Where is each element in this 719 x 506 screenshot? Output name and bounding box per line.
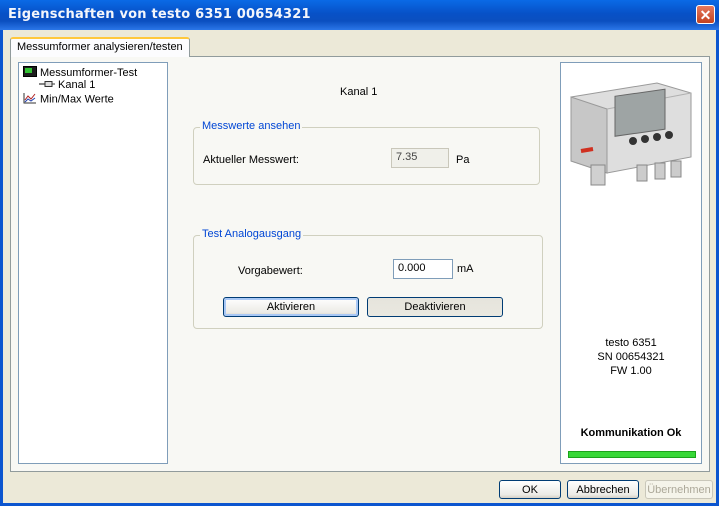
measurement-legend: Messwerte ansehen [200,120,303,132]
activate-button[interactable]: Aktivieren [223,297,359,317]
setpoint-label: Vorgabewert: [238,265,303,277]
module-icon [23,66,37,80]
channel-heading: Kanal 1 [340,86,378,98]
device-image [567,77,693,200]
tree-item-min-max-werte[interactable]: Min/Max Werte [23,92,114,107]
chart-icon [23,92,37,107]
tab-messumformer-analysieren[interactable]: Messumformer analysieren/testen [10,37,190,57]
device-panel: testo 6351 SN 00654321 FW 1.00 Kommunika… [560,62,702,464]
current-value-field: 7.35 [391,148,449,168]
communication-status: Kommunikation Ok [580,427,682,439]
device-model: testo 6351 [605,337,657,349]
current-value-unit: Pa [456,154,470,166]
setpoint-input[interactable]: 0.000 [393,259,453,279]
deactivate-button[interactable]: Deaktivieren [367,297,503,317]
tree-item-label: Kanal 1 [58,79,96,91]
current-value-label: Aktueller Messwert: [203,154,299,166]
cancel-button[interactable]: Abbrechen [567,480,639,499]
close-button[interactable]: ✕ [696,5,715,24]
setpoint-unit: mA [457,263,474,275]
window-title: Eigenschaften von testo 6351 00654321 [8,7,311,22]
device-firmware: FW 1.00 [610,365,652,377]
title-bar[interactable]: Eigenschaften von testo 6351 00654321 ✕ [0,0,719,30]
device-serial: SN 00654321 [597,351,665,363]
tree-item-kanal-1[interactable]: Kanal 1 [39,79,95,91]
tree-item-messumformer-test[interactable]: Messumformer-Test [23,66,137,80]
close-icon: ✕ [699,7,712,23]
communication-progress-bar [568,451,696,458]
analog-test-legend: Test Analogausgang [200,228,304,240]
apply-button[interactable]: Übernehmen [645,480,713,499]
ok-button[interactable]: OK [499,480,561,499]
tree-item-label: Min/Max Werte [40,93,114,106]
navigation-tree[interactable]: Messumformer-Test Kanal 1 Min/Max Werte [18,62,168,464]
channel-icon [39,79,55,91]
tree-item-label: Messumformer-Test [40,66,138,79]
